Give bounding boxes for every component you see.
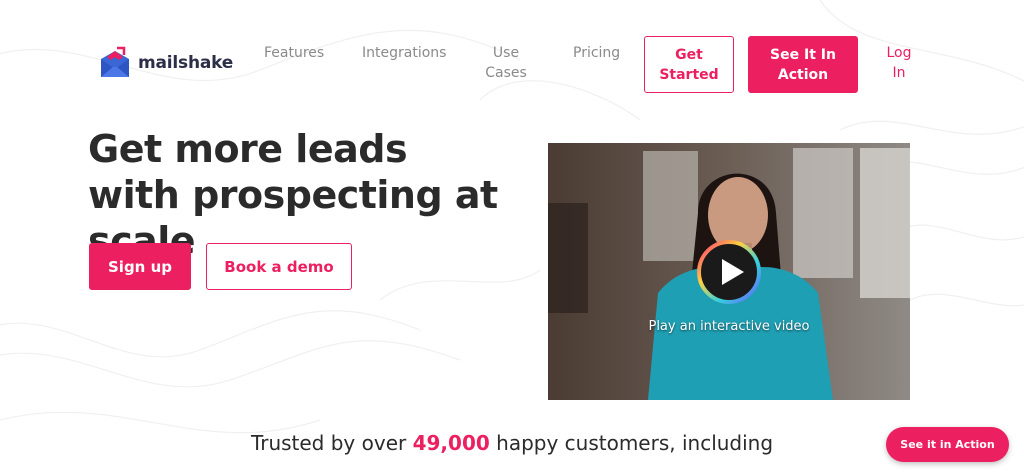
book-demo-button[interactable]: Book a demo <box>206 243 352 290</box>
mailshake-logo-icon <box>101 46 129 77</box>
nav-pricing[interactable]: Pricing <box>573 43 620 63</box>
get-started-button[interactable]: Get Started <box>644 36 734 93</box>
play-icon[interactable] <box>696 239 762 305</box>
video-caption: Play an interactive video <box>648 319 810 334</box>
floating-see-it-in-action-button[interactable]: See it in Action <box>886 427 1009 462</box>
nav-integrations[interactable]: Integrations <box>362 43 446 63</box>
see-it-in-action-button[interactable]: See It In Action <box>748 36 858 93</box>
signup-button[interactable]: Sign up <box>89 243 191 290</box>
login-link[interactable]: Log In <box>880 43 918 83</box>
video-player[interactable]: Play an interactive video <box>548 143 910 400</box>
brand-name: mailshake <box>138 53 234 73</box>
nav-use-cases[interactable]: Use Cases <box>478 43 534 83</box>
trusted-prefix: Trusted by over <box>250 431 407 455</box>
customer-count: 49,000 <box>412 431 490 455</box>
trusted-suffix: happy customers, including <box>496 431 774 455</box>
brand-logo[interactable]: mailshake <box>97 45 233 81</box>
nav-features[interactable]: Features <box>264 43 324 63</box>
trusted-by-text: Trusted by over 49,000 happy customers, … <box>0 431 1024 455</box>
